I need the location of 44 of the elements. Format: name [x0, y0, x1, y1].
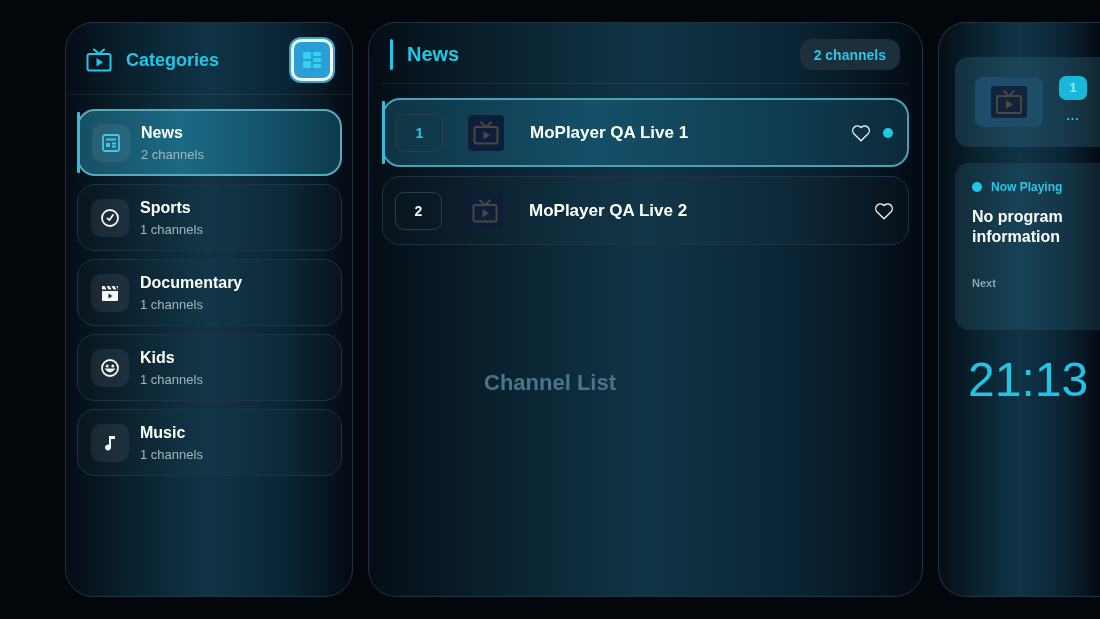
channel-name: MoPlayer QA Live 1: [530, 122, 689, 143]
channel-count: 1 channels: [140, 371, 203, 387]
category-item[interactable]: News 2 channels: [77, 109, 342, 176]
panel-title: News: [407, 43, 460, 66]
channel-number-badge: 1: [1059, 75, 1087, 100]
category-name: Music: [140, 423, 187, 442]
heart-icon[interactable]: [851, 123, 871, 142]
channel-row[interactable]: 2 MoPlayer QA Live 2: [382, 176, 909, 245]
category-item[interactable]: Music 1 channels: [77, 409, 342, 476]
program-title: No program information: [972, 207, 1064, 247]
category-item[interactable]: Documentary 1 channels: [77, 259, 342, 326]
channel-count: 1 channels: [140, 296, 204, 312]
layout-icon: [302, 50, 322, 70]
category-item[interactable]: Sports 1 channels: [77, 184, 342, 251]
channel-count: 1 channels: [140, 446, 203, 462]
status-dot-icon: [972, 182, 982, 192]
channel-count-badge: 2 channels: [799, 39, 900, 70]
channel-count: 1 channels: [140, 221, 203, 237]
category-name: Documentary: [140, 273, 243, 292]
smiley-icon: [91, 348, 129, 387]
category-item[interactable]: Kids 1 channels: [77, 334, 342, 401]
category-name: Sports: [140, 198, 192, 217]
now-playing-label: Now Playing: [991, 180, 1063, 194]
panel-title: Categories: [126, 49, 220, 71]
channel-row[interactable]: 1 MoPlayer QA Live 1: [382, 98, 909, 167]
view-toggle-button[interactable]: [291, 39, 333, 81]
category-name: Kids: [140, 348, 176, 367]
heart-icon[interactable]: [874, 201, 894, 220]
clapperboard-icon: [91, 273, 129, 312]
clock: 21:13: [967, 356, 1090, 404]
tv-icon: [468, 114, 504, 151]
channel-number: 2: [395, 191, 442, 230]
channel-number: 1: [396, 113, 443, 152]
category-name: News: [141, 123, 184, 142]
channel-count: 2 channels: [141, 146, 204, 162]
newspaper-icon: [92, 123, 130, 162]
tv-icon: [975, 77, 1043, 127]
next-label: Next: [972, 277, 997, 289]
channel-name: MoPlayer QA Live 2: [529, 200, 688, 221]
music-note-icon: [91, 423, 129, 462]
channel-name: ...: [1066, 108, 1080, 123]
tv-icon: [467, 192, 503, 229]
faded-heading: Channel List: [484, 370, 616, 396]
tv-icon: [86, 48, 112, 72]
